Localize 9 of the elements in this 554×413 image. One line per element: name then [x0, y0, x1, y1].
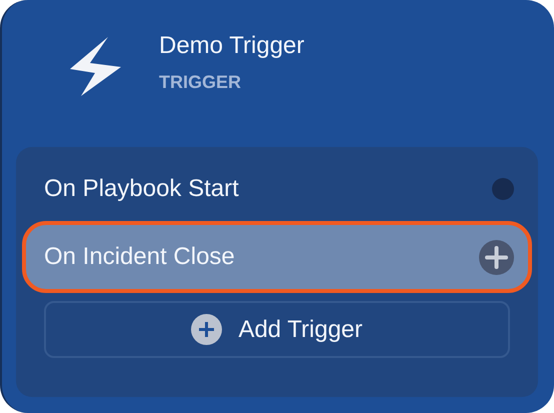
add-trigger-button[interactable]: Add Trigger: [44, 301, 510, 358]
trigger-label: On Incident Close: [44, 242, 235, 272]
node-type: TRIGGER: [159, 71, 242, 93]
plus-icon: [479, 240, 514, 274]
trigger-label: On Playbook Start: [44, 174, 239, 204]
status-dot: [492, 178, 514, 200]
lightning-icon: [70, 37, 121, 96]
plus-icon: [191, 314, 222, 345]
node-title: Demo Trigger: [159, 31, 304, 61]
